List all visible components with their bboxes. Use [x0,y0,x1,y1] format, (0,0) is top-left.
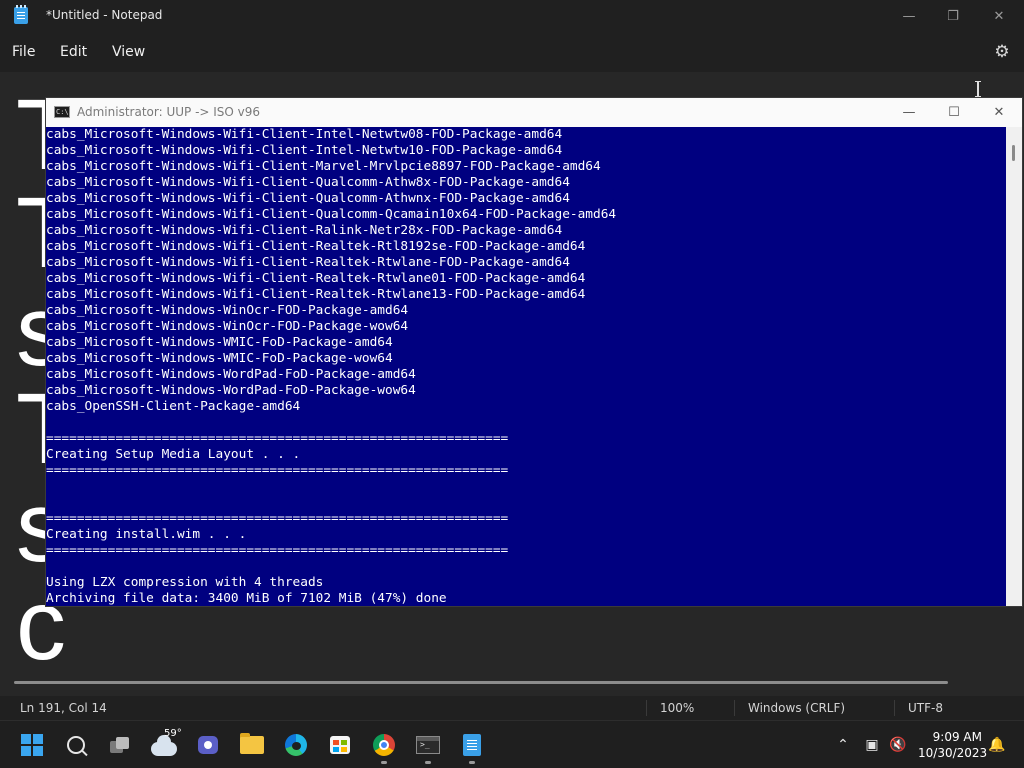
console-line: cabs_Microsoft-Windows-Wifi-Client-Realt… [46,271,586,286]
console-line: cabs_Microsoft-Windows-WinOcr-FOD-Packag… [46,303,409,318]
console-minimize-button[interactable]: — [886,98,932,127]
notepad-icon [14,5,28,24]
status-position: Ln 191, Col 14 [20,701,107,715]
console-line: cabs_Microsoft-Windows-Wifi-Client-Marve… [46,159,601,174]
cloud-icon [151,735,177,756]
console-line: cabs_Microsoft-Windows-Wifi-Client-Qualc… [46,175,570,190]
status-divider [734,700,735,716]
gear-icon[interactable]: ⚙ [992,42,1012,62]
console-output: cabs_Microsoft-Windows-Wifi-Client-Intel… [46,127,1006,607]
status-divider [894,700,895,716]
console-line: cabs_Microsoft-Windows-Wifi-Client-Intel… [46,143,563,158]
notepad-taskbar-button[interactable] [456,729,488,761]
notification-icon[interactable]: 🔔 [988,735,1006,755]
console-window[interactable]: C:\ Administrator: UUP -> ISO v96 — ☐ ✕ … [45,97,1023,607]
store-icon [330,736,350,754]
folder-icon [240,733,264,754]
console-line: Creating Setup Media Layout . . . [46,447,301,462]
console-line: cabs_Microsoft-Windows-WinOcr-FOD-Packag… [46,319,409,334]
console-line: Archiving file data: 3400 MiB of 7102 Mi… [46,591,447,606]
console-scrollbar[interactable] [1006,127,1022,606]
store-button[interactable] [324,729,356,761]
console-titlebar[interactable]: C:\ Administrator: UUP -> ISO v96 — ☐ ✕ [46,98,1022,127]
running-indicator [469,761,475,764]
volume-muted-icon[interactable]: 🔇 [888,735,908,755]
start-button[interactable] [16,729,48,761]
menu-edit[interactable]: Edit [60,44,87,60]
ibeam-cursor-icon [975,81,981,97]
console-line: Creating install.wim . . . [46,527,247,542]
clock[interactable]: 9:09 AM 10/30/2023 [918,729,988,761]
console-line: ========================================… [46,463,509,478]
console-scroll-thumb[interactable] [1012,145,1015,161]
horizontal-scrollbar[interactable] [14,681,948,684]
terminal-icon [416,736,440,754]
taskbar: 59° ⌃ ▣ 🔇 9:09 AM 10/30/2023 🔔 [0,720,1024,768]
windows-start-icon [21,734,43,756]
console-line: cabs_Microsoft-Windows-WordPad-FoD-Packa… [46,367,416,382]
console-line: cabs_Microsoft-Windows-Wifi-Client-Realt… [46,255,570,270]
cmd-icon: C:\ [54,106,70,118]
chrome-icon [373,734,395,756]
console-line: ========================================… [46,543,509,558]
console-title: Administrator: UUP -> ISO v96 [77,105,261,119]
console-line: cabs_Microsoft-Windows-Wifi-Client-Qualc… [46,207,617,222]
notepad-titlebar: *Untitled - Notepad — ❐ ✕ [0,0,1024,32]
clock-date: 10/30/2023 [918,746,988,760]
chrome-button[interactable] [368,729,400,761]
console-line: cabs_Microsoft-Windows-Wifi-Client-Realt… [46,287,586,302]
console-line: ========================================… [46,511,509,526]
console-line: cabs_Microsoft-Windows-Wifi-Client-Ralin… [46,223,563,238]
window-title: *Untitled - Notepad [46,8,163,22]
running-indicator [425,761,431,764]
status-zoom: 100% [660,701,695,715]
search-button[interactable] [60,729,92,761]
terminal-button[interactable] [412,729,444,761]
teams-button[interactable] [192,729,224,761]
console-line: ========================================… [46,431,509,446]
notepad-icon [463,734,481,756]
console-maximize-button[interactable]: ☐ [931,98,977,127]
edge-button[interactable] [280,729,312,761]
status-divider [646,700,647,716]
edge-icon [285,734,307,756]
console-line: Using LZX compression with 4 threads [46,575,324,590]
status-line-ending: Windows (CRLF) [748,701,846,715]
status-bar: Ln 191, Col 14 100% Windows (CRLF) UTF-8 [0,696,1024,720]
console-line: cabs_Microsoft-Windows-WMIC-FoD-Package-… [46,335,393,350]
close-button[interactable]: ✕ [976,0,1022,32]
task-view-icon [110,737,130,753]
network-icon[interactable]: ▣ [862,735,882,755]
running-indicator [381,761,387,764]
console-line: cabs_Microsoft-Windows-Wifi-Client-Realt… [46,239,586,254]
console-line: cabs_Microsoft-Windows-WordPad-FoD-Packa… [46,383,416,398]
menu-file[interactable]: File [12,44,35,60]
status-encoding: UTF-8 [908,701,943,715]
console-close-button[interactable]: ✕ [976,98,1022,127]
menu-view[interactable]: View [112,44,145,60]
minimize-button[interactable]: — [886,0,932,32]
file-explorer-button[interactable] [236,729,268,761]
meet-icon [198,736,218,754]
search-icon [67,736,85,754]
console-line: cabs_Microsoft-Windows-WMIC-FoD-Package-… [46,351,393,366]
chevron-up-icon[interactable]: ⌃ [834,735,852,755]
console-line: cabs_OpenSSH-Client-Package-amd64 [46,399,301,414]
restore-button[interactable]: ❐ [930,0,976,32]
console-line: cabs_Microsoft-Windows-Wifi-Client-Qualc… [46,191,570,206]
weather-temperature: 59° [164,728,182,739]
console-line: cabs_Microsoft-Windows-Wifi-Client-Intel… [46,127,563,142]
task-view-button[interactable] [104,729,136,761]
menubar: File Edit View [0,32,1024,72]
clock-time: 9:09 AM [932,730,982,744]
